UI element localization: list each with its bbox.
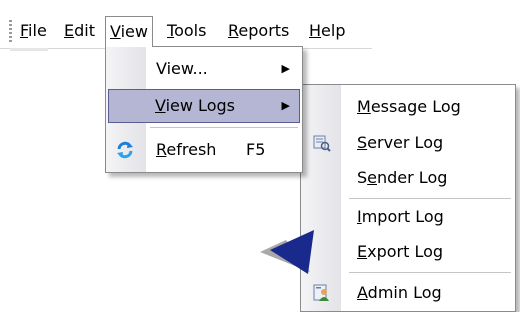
menu-view-rest: iew — [120, 22, 148, 41]
menu-edit[interactable]: Edit — [60, 17, 99, 45]
menu-tools[interactable]: Tools — [163, 17, 210, 45]
refresh-rest: efresh — [166, 140, 217, 159]
menu-file-rest: ile — [28, 21, 47, 40]
menu-reports[interactable]: Reports — [224, 17, 293, 45]
menu-item-refresh[interactable]: Refresh F5 — [108, 132, 300, 168]
menu-item-sender-log[interactable]: Sender Log — [303, 160, 513, 196]
menu-item-admin-log[interactable]: Admin Log — [303, 275, 513, 311]
sender-log-post: nder Log — [377, 168, 448, 187]
menu-item-refresh-label: Refresh — [156, 132, 216, 168]
pointer-arrow-icon — [260, 230, 314, 274]
menu-tools-mnemonic: T — [167, 21, 175, 40]
menu-file-mnemonic: F — [20, 21, 29, 40]
refresh-shortcut: F5 — [246, 140, 266, 159]
admin-log-post: dmin Log — [367, 283, 442, 302]
menu-bar: File Edit View Tools Reports Help — [0, 14, 372, 49]
menu-item-view-logs[interactable]: View Logs ▶ — [108, 89, 300, 123]
menu-item-view-label: View... — [156, 59, 208, 78]
import-log-post: mport Log — [361, 207, 444, 226]
admin-log-icon — [313, 284, 329, 301]
view-dropdown-menu: View... ▶ View Logs ▶ Refresh F5 — [105, 46, 303, 173]
export-log-mnemonic: E — [357, 242, 368, 261]
view-logs-mnemonic: V — [155, 96, 166, 115]
menu-view-mnemonic: V — [110, 22, 121, 41]
view-logs-rest: iew Logs — [165, 96, 235, 115]
server-log-mnemonic: S — [357, 133, 368, 152]
sender-log-label: Sender Log — [357, 160, 447, 196]
refresh-mnemonic: R — [156, 140, 167, 159]
menu-reports-rest: eports — [238, 21, 290, 40]
menu-item-import-log[interactable]: Import Log — [303, 199, 513, 235]
submenu-arrow-icon: ▶ — [281, 99, 290, 112]
menu-help-mnemonic: H — [309, 21, 322, 40]
export-log-post: xport Log — [367, 242, 444, 261]
menu-edit-rest: dit — [74, 21, 95, 40]
menu-item-server-log[interactable]: Server Log — [303, 125, 513, 161]
import-log-label: Import Log — [357, 199, 444, 235]
submenu-arrow-icon: ▶ — [281, 62, 290, 75]
menu-item-message-log[interactable]: Message Log — [303, 89, 513, 125]
menu-item-view[interactable]: View... ▶ — [108, 51, 300, 87]
menu-item-view-logs-label: View Logs — [155, 90, 235, 122]
server-log-icon — [313, 135, 331, 152]
message-log-mnemonic: M — [357, 97, 371, 116]
menu-item-export-log[interactable]: Export Log — [303, 234, 513, 270]
menu-reports-mnemonic: R — [228, 21, 239, 40]
sender-log-pre: S — [357, 168, 368, 187]
menu-tools-rest: ools — [174, 21, 207, 40]
menu-separator — [349, 272, 511, 273]
menu-separator — [150, 127, 298, 128]
export-log-label: Export Log — [357, 234, 443, 270]
menu-help[interactable]: Help — [305, 17, 349, 45]
refresh-icon — [117, 141, 133, 159]
message-log-label: Message Log — [357, 89, 461, 125]
admin-log-label: Admin Log — [357, 275, 442, 311]
server-log-post: erver Log — [367, 133, 444, 152]
toolbar-grip[interactable] — [9, 20, 12, 42]
toolbar-strip — [10, 48, 48, 51]
server-log-label: Server Log — [357, 125, 443, 161]
menu-help-rest: elp — [321, 21, 346, 40]
view-logs-submenu: Message Log Server Log Sender Log Import… — [300, 84, 516, 312]
menu-view[interactable]: View — [105, 16, 153, 47]
admin-log-mnemonic: A — [357, 283, 368, 302]
menu-edit-mnemonic: E — [64, 21, 75, 40]
message-log-post: essage Log — [370, 97, 461, 116]
menu-file[interactable]: File — [16, 17, 51, 45]
sender-log-mnemonic: e — [367, 168, 377, 187]
